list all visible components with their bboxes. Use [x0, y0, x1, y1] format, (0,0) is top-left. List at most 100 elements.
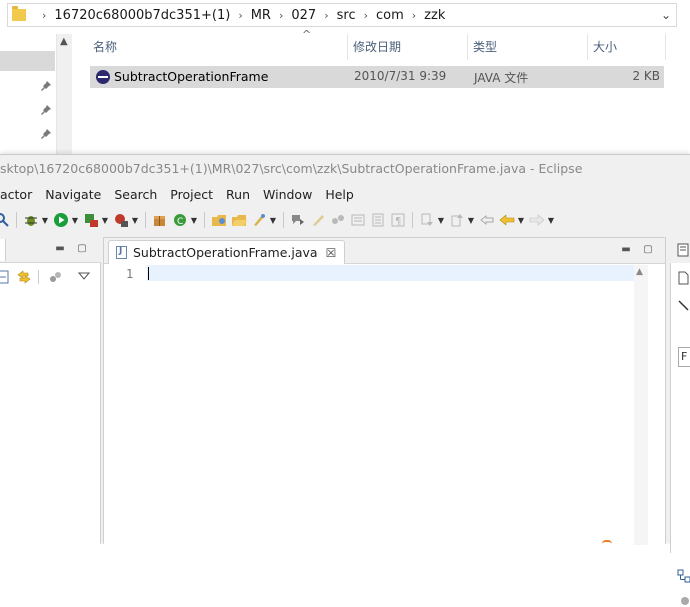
toolbar-separator: [38, 270, 39, 284]
run-dropdown-icon[interactable]: ▼: [71, 212, 79, 228]
line-number: 1: [126, 267, 134, 281]
menu-refactor[interactable]: actor: [0, 187, 32, 202]
task-icon[interactable]: [679, 595, 690, 607]
menu-navigate[interactable]: Navigate: [45, 187, 101, 202]
package-explorer-toolbar: [0, 267, 101, 289]
forward-dropdown-icon[interactable]: ▼: [547, 212, 555, 228]
column-header-type[interactable]: 类型: [470, 34, 588, 60]
back-arrow-icon[interactable]: [499, 212, 515, 228]
open-task-icon[interactable]: [251, 212, 267, 228]
breadcrumb-separator: ›: [411, 8, 417, 22]
toggle-breadcrumb-icon[interactable]: [330, 212, 346, 228]
pin-icon[interactable]: [40, 104, 52, 116]
link-with-editor-icon[interactable]: [16, 269, 32, 285]
svg-text:C: C: [177, 217, 183, 227]
view-menu-icon[interactable]: [78, 271, 90, 281]
maximize-icon[interactable]: ▢: [642, 244, 654, 256]
hierarchy-icon[interactable]: [677, 569, 690, 583]
wand-icon[interactable]: [677, 299, 689, 311]
menu-run[interactable]: Run: [226, 187, 250, 202]
minimize-icon[interactable]: ▬: [620, 244, 632, 256]
toolbar-separator: [412, 212, 413, 228]
new-package-icon[interactable]: [152, 212, 168, 228]
editor-tab-label: SubtractOperationFrame.java: [133, 245, 318, 260]
coverage-icon[interactable]: [83, 212, 99, 228]
next-annotation-icon[interactable]: [290, 212, 306, 228]
open-type-icon[interactable]: [211, 212, 227, 228]
address-bar[interactable]: › 16720c68000b7dc351+(1) › MR › 027 › sr…: [7, 3, 677, 27]
address-history-dropdown-icon[interactable]: ⌄: [658, 6, 674, 24]
overview-marker: [602, 540, 612, 544]
toolbar-separator: [204, 212, 205, 228]
text-caret: [148, 267, 149, 280]
external-tools-dropdown-icon[interactable]: ▼: [131, 212, 139, 228]
toolbar-separator: [145, 212, 146, 228]
pin-icon[interactable]: [40, 128, 52, 140]
column-header-name[interactable]: 名称: [90, 34, 348, 60]
close-tab-icon[interactable]: ☒: [326, 246, 337, 260]
prev-edit-location-icon[interactable]: [449, 212, 465, 228]
search-icon[interactable]: [0, 212, 10, 228]
minimize-icon[interactable]: ▬: [54, 243, 66, 255]
new-class-icon[interactable]: C: [172, 212, 188, 228]
editor-tab-subtract-operation-frame[interactable]: SubtractOperationFrame.java ☒: [108, 240, 346, 264]
editor-tab-bar: SubtractOperationFrame.java ☒ ▬ ▢: [104, 238, 665, 264]
maximize-icon[interactable]: ▢: [76, 243, 88, 255]
debug-dropdown-icon[interactable]: ▼: [41, 212, 49, 228]
outline-filter-input[interactable]: F: [678, 347, 690, 367]
new-class-dropdown-icon[interactable]: ▼: [190, 212, 198, 228]
menu-search[interactable]: Search: [114, 187, 157, 202]
nav-selected-item[interactable]: [0, 51, 55, 71]
toolbar-separator: [283, 212, 284, 228]
next-edit-dropdown-icon[interactable]: ▼: [437, 212, 445, 228]
breadcrumb-separator: ›: [238, 8, 243, 22]
block-selection-icon[interactable]: [370, 212, 386, 228]
next-edit-location-icon[interactable]: [419, 212, 435, 228]
outline-tab-icon[interactable]: [676, 243, 690, 257]
breadcrumb-zzk[interactable]: zzk: [424, 8, 445, 23]
package-explorer-tab[interactable]: [0, 239, 6, 261]
file-row[interactable]: SubtractOperationFrame 2010/7/31 9:39 JA…: [90, 66, 664, 88]
new-file-icon[interactable]: [677, 271, 689, 285]
forward-arrow-icon[interactable]: [529, 212, 545, 228]
last-edit-location-icon[interactable]: [479, 212, 495, 228]
focus-task-icon[interactable]: [48, 269, 64, 285]
breadcrumb-src[interactable]: src: [337, 8, 356, 23]
debug-icon[interactable]: [23, 212, 39, 228]
scroll-up-icon[interactable]: ▲: [60, 36, 68, 47]
eclipse-window: sktop\16720c68000b7dc351+(1)\MR\027\src\…: [0, 154, 690, 605]
external-tools-icon[interactable]: [113, 212, 129, 228]
column-header-date[interactable]: 修改日期: [350, 34, 468, 60]
pilcrow-icon[interactable]: ¶: [390, 212, 406, 228]
scroll-up-icon[interactable]: ▲: [636, 267, 643, 277]
breadcrumb-com[interactable]: com: [376, 8, 404, 23]
open-folder-icon[interactable]: [231, 212, 247, 228]
navigation-pane: ▲: [0, 34, 72, 156]
open-task-dropdown-icon[interactable]: ▼: [269, 212, 277, 228]
editor-vertical-scrollbar[interactable]: ▲: [634, 265, 648, 545]
java-file-icon: [96, 70, 110, 84]
breadcrumb-027[interactable]: 027: [291, 8, 316, 23]
breadcrumb-root[interactable]: 16720c68000b7dc351+(1): [54, 8, 230, 23]
menu-window[interactable]: Window: [263, 187, 312, 202]
outline-panel: [670, 263, 690, 605]
menu-project[interactable]: Project: [170, 187, 213, 202]
run-icon[interactable]: [53, 212, 69, 228]
file-explorer-window: › 16720c68000b7dc351+(1) › MR › 027 › sr…: [0, 0, 690, 156]
prev-edit-dropdown-icon[interactable]: ▼: [467, 212, 475, 228]
coverage-dropdown-icon[interactable]: ▼: [101, 212, 109, 228]
breadcrumb-mr[interactable]: MR: [251, 8, 271, 23]
toggle-mark-occurrences-icon[interactable]: [310, 212, 326, 228]
package-explorer-view: ▬ ▢: [0, 237, 101, 544]
back-dropdown-icon[interactable]: ▼: [517, 212, 525, 228]
menu-help[interactable]: Help: [325, 187, 354, 202]
collapse-all-icon[interactable]: [0, 269, 10, 285]
outline-view: [668, 237, 690, 605]
show-whitespace-icon[interactable]: [350, 212, 366, 228]
pin-icon[interactable]: [40, 80, 52, 92]
overview-ruler[interactable]: [649, 265, 665, 545]
column-header-size[interactable]: 大小: [590, 34, 666, 60]
current-line-highlight[interactable]: [147, 265, 634, 281]
nav-scrollbar[interactable]: ▲: [56, 34, 72, 156]
main-toolbar: ▼ ▼ ▼ ▼ C ▼ ▼ ¶ ▼ ▼ ▼ ▼: [0, 207, 690, 233]
